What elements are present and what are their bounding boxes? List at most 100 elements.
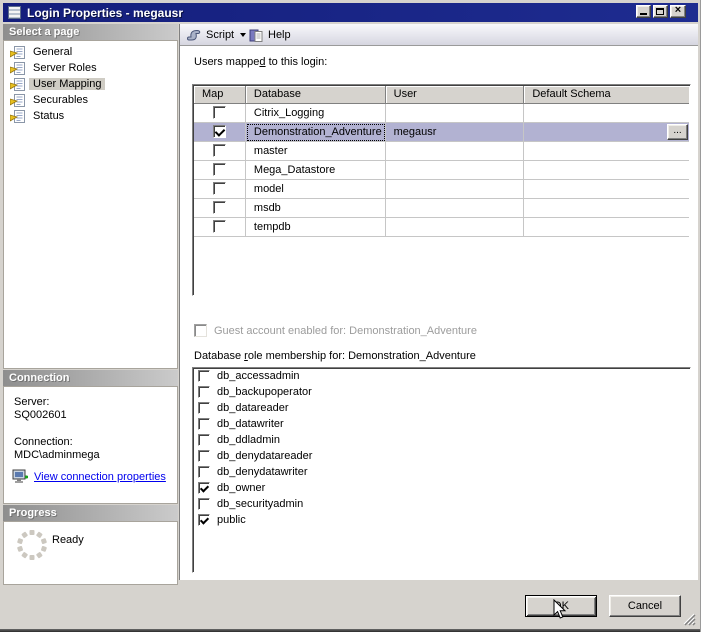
page-icon <box>10 94 26 108</box>
map-cell <box>194 161 246 180</box>
page-icon <box>10 78 26 92</box>
database-cell[interactable]: Mega_Datastore <box>246 161 386 180</box>
sidebar-item-general[interactable]: General <box>4 45 177 61</box>
user-cell[interactable] <box>386 104 525 123</box>
role-checkbox[interactable] <box>198 418 210 430</box>
guest-account-checkbox <box>194 324 207 337</box>
progress-header: Progress <box>3 505 178 521</box>
default-schema-cell[interactable] <box>524 180 689 199</box>
guest-account-label: Guest account enabled for: Demonstration… <box>214 325 477 337</box>
maximize-icon <box>656 8 664 15</box>
database-cell[interactable]: msdb <box>246 199 386 218</box>
connection-label: Connection: <box>14 436 73 448</box>
map-checkbox[interactable] <box>213 144 226 157</box>
map-checkbox[interactable] <box>213 201 226 214</box>
role-item-db_denydatawriter[interactable]: db_denydatawriter <box>197 465 690 480</box>
user-cell[interactable]: megausr <box>386 123 525 142</box>
close-button[interactable]: × <box>670 5 686 18</box>
table-row[interactable]: master <box>194 142 689 161</box>
role-membership-label: Database role membership for: Demonstrat… <box>194 350 476 362</box>
user-cell[interactable] <box>386 218 525 237</box>
role-item-db_backupoperator[interactable]: db_backupoperator <box>197 385 690 400</box>
help-button[interactable]: Help <box>246 26 294 44</box>
sidebar-item-server-roles[interactable]: Server Roles <box>4 61 177 77</box>
map-checkbox[interactable] <box>213 220 226 233</box>
user-cell[interactable] <box>386 180 525 199</box>
role-item-db_datawriter[interactable]: db_datawriter <box>197 417 690 432</box>
map-checkbox[interactable] <box>213 125 226 138</box>
database-cell[interactable]: tempdb <box>246 218 386 237</box>
maximize-button[interactable] <box>653 5 668 18</box>
default-schema-cell[interactable] <box>524 104 689 123</box>
page-icon <box>10 46 26 60</box>
database-cell[interactable]: Demonstration_Adventure <box>246 123 386 142</box>
role-item-db_owner[interactable]: db_owner <box>197 481 690 496</box>
app-icon <box>8 6 21 19</box>
sidebar-item-securables[interactable]: Securables <box>4 93 177 109</box>
table-row[interactable]: model <box>194 180 689 199</box>
help-icon <box>249 28 264 43</box>
server-label: Server: <box>14 396 49 408</box>
progress-panel: Ready <box>3 521 178 585</box>
map-cell <box>194 218 246 237</box>
column-header-user[interactable]: User <box>386 86 525 104</box>
role-item-db_denydatareader[interactable]: db_denydatareader <box>197 449 690 464</box>
view-connection-properties-link[interactable]: View connection properties <box>34 471 166 483</box>
table-row[interactable]: Mega_Datastore <box>194 161 689 180</box>
default-schema-cell[interactable] <box>524 161 689 180</box>
map-cell <box>194 199 246 218</box>
map-checkbox[interactable] <box>213 182 226 195</box>
default-schema-browse-button[interactable]: ... <box>667 124 688 140</box>
role-item-db_ddladmin[interactable]: db_ddladmin <box>197 433 690 448</box>
default-schema-cell[interactable] <box>524 218 689 237</box>
script-button[interactable]: Script <box>183 26 249 44</box>
column-header-database[interactable]: Database <box>246 86 386 104</box>
table-row[interactable]: Citrix_Logging <box>194 104 689 123</box>
ok-button[interactable]: OK <box>525 595 597 617</box>
role-item-public[interactable]: public <box>197 513 690 528</box>
map-checkbox[interactable] <box>213 106 226 119</box>
user-cell[interactable] <box>386 161 525 180</box>
table-row[interactable]: Demonstration_Adventure megausr ... <box>194 123 689 142</box>
titlebar[interactable]: Login Properties - megausr <box>3 3 698 22</box>
script-icon <box>186 28 202 43</box>
role-checkbox[interactable] <box>198 514 210 526</box>
table-row[interactable]: msdb <box>194 199 689 218</box>
role-checkbox[interactable] <box>198 370 210 382</box>
column-header-map[interactable]: Map <box>194 86 246 104</box>
role-checkbox[interactable] <box>198 498 210 510</box>
server-value: SQ002601 <box>14 409 67 421</box>
select-a-page-header: Select a page <box>3 24 178 40</box>
users-mapped-label: Users mapped to this login: <box>194 56 327 68</box>
cancel-button[interactable]: Cancel <box>609 595 681 617</box>
default-schema-cell[interactable] <box>524 199 689 218</box>
minimize-icon <box>640 13 647 15</box>
role-item-db_securityadmin[interactable]: db_securityadmin <box>197 497 690 512</box>
role-checkbox[interactable] <box>198 434 210 446</box>
map-cell <box>194 142 246 161</box>
user-cell[interactable] <box>386 142 525 161</box>
database-cell[interactable]: model <box>246 180 386 199</box>
resize-grip[interactable] <box>682 612 696 626</box>
database-cell[interactable]: master <box>246 142 386 161</box>
role-item-db_datareader[interactable]: db_datareader <box>197 401 690 416</box>
table-row[interactable]: tempdb <box>194 218 689 237</box>
role-checkbox[interactable] <box>198 466 210 478</box>
map-checkbox[interactable] <box>213 163 226 176</box>
role-checkbox[interactable] <box>198 450 210 462</box>
sidebar-item-status[interactable]: Status <box>4 109 177 125</box>
map-cell <box>194 104 246 123</box>
database-cell[interactable]: Citrix_Logging <box>246 104 386 123</box>
role-checkbox[interactable] <box>198 482 210 494</box>
role-item-db_accessadmin[interactable]: db_accessadmin <box>197 369 690 384</box>
column-header-default-schema[interactable]: Default Schema <box>524 86 689 104</box>
connection-header: Connection <box>3 370 178 386</box>
minimize-button[interactable] <box>636 5 651 18</box>
grid-header-row: Map Database User Default Schema <box>194 86 689 104</box>
role-checkbox[interactable] <box>198 402 210 414</box>
user-cell[interactable] <box>386 199 525 218</box>
sidebar-item-user-mapping[interactable]: User Mapping <box>4 77 177 93</box>
default-schema-cell[interactable]: ... <box>524 123 689 142</box>
default-schema-cell[interactable] <box>524 142 689 161</box>
role-checkbox[interactable] <box>198 386 210 398</box>
